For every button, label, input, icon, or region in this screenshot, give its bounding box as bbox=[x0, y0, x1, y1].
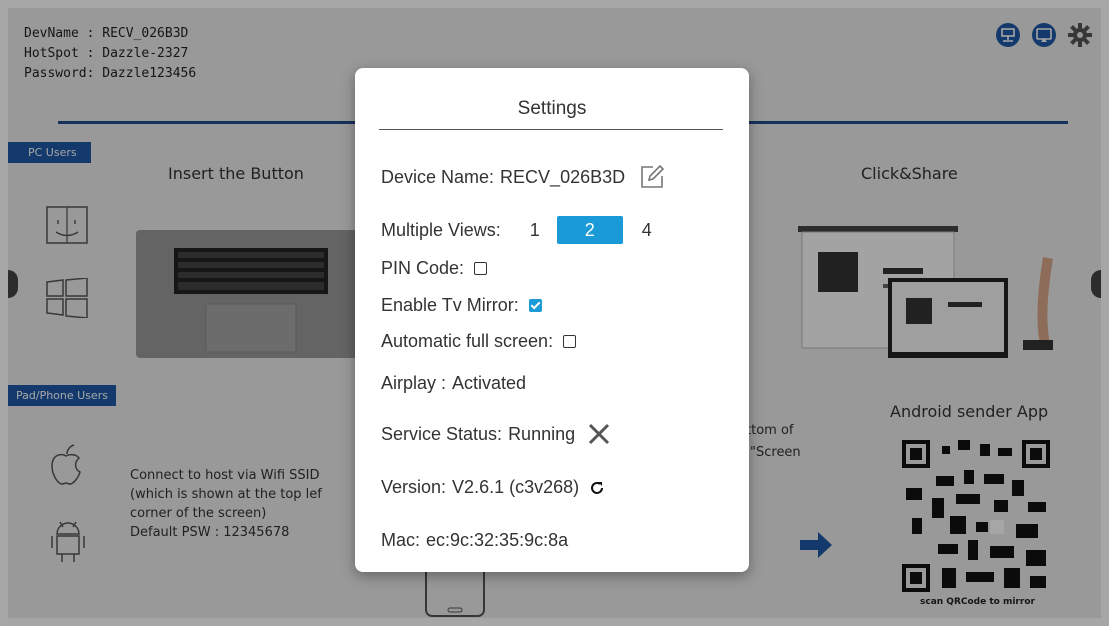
title-divider bbox=[379, 129, 723, 130]
refresh-icon[interactable] bbox=[589, 480, 605, 496]
enable-tv-mirror-label: Enable Tv Mirror: bbox=[381, 295, 519, 315]
airplay-value: Activated bbox=[452, 373, 527, 393]
enable-tv-mirror-checkbox[interactable] bbox=[528, 299, 542, 312]
device-name-row: Device Name: RECV_026B3D bbox=[381, 164, 665, 190]
mac-row: Mac: ec:9c:32:35:9c:8a bbox=[381, 530, 568, 551]
multiple-views-label: Multiple Views: bbox=[381, 219, 501, 240]
view-option-1[interactable]: 1 bbox=[515, 216, 555, 244]
device-name-label: Device Name: bbox=[381, 166, 495, 187]
auto-full-screen-checkbox[interactable] bbox=[563, 335, 577, 348]
edit-icon[interactable] bbox=[639, 164, 665, 190]
airplay-row: Airplay : Activated bbox=[381, 373, 526, 394]
dialog-title: Settings bbox=[517, 98, 587, 119]
version-value: V2.6.1 (c3v268) bbox=[452, 477, 580, 497]
mac-label: Mac: bbox=[381, 530, 421, 550]
service-status-value: Running bbox=[508, 423, 576, 444]
airplay-label: Airplay : bbox=[381, 373, 447, 393]
auto-full-screen-label: Automatic full screen: bbox=[381, 331, 554, 351]
auto-full-screen-row: Automatic full screen: bbox=[381, 331, 577, 352]
mac-value: ec:9c:32:35:9c:8a bbox=[426, 530, 569, 550]
version-row: Version: V2.6.1 (c3v268) bbox=[381, 477, 605, 498]
views-selector: 1 2 4 bbox=[515, 216, 669, 244]
settings-dialog: Settings Device Name: RECV_026B3D Multip… bbox=[355, 68, 749, 572]
view-option-4[interactable]: 4 bbox=[625, 216, 669, 244]
multiple-views-row: Multiple Views: 1 2 4 bbox=[381, 216, 669, 244]
pin-code-checkbox[interactable] bbox=[474, 262, 488, 275]
pin-code-row: PIN Code: bbox=[381, 258, 488, 279]
view-option-2[interactable]: 2 bbox=[556, 216, 623, 244]
enable-tv-mirror-row: Enable Tv Mirror: bbox=[381, 295, 542, 316]
stop-service-icon[interactable] bbox=[587, 422, 611, 446]
pin-code-label: PIN Code: bbox=[381, 258, 465, 278]
service-status-row: Service Status: Running bbox=[381, 422, 611, 446]
version-label: Version: bbox=[381, 477, 447, 497]
service-status-label: Service Status: bbox=[381, 423, 503, 444]
device-name-value: RECV_026B3D bbox=[500, 166, 626, 187]
